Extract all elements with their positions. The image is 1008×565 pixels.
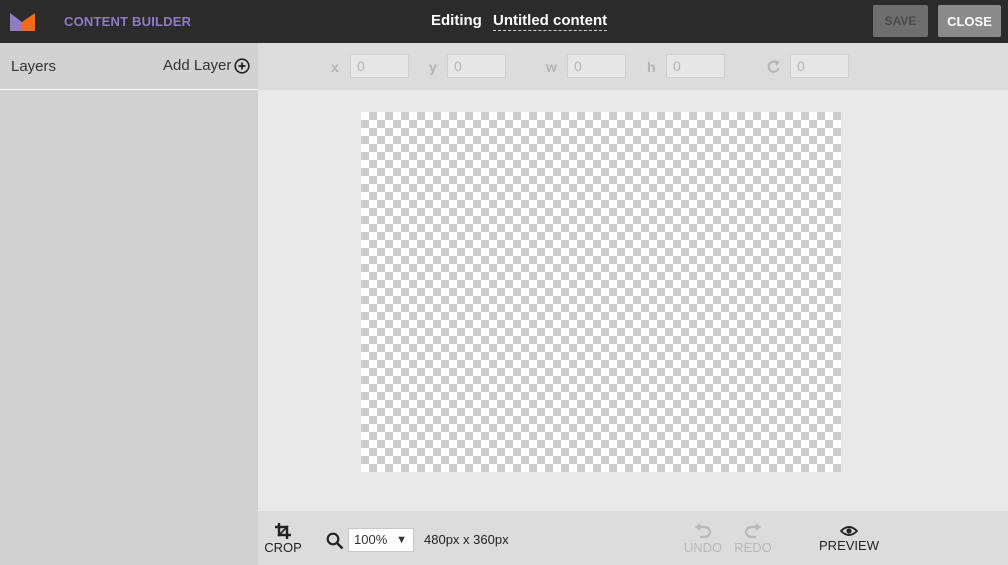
close-button[interactable]: CLOSE <box>938 5 1001 37</box>
editing-label: Editing <box>431 12 482 29</box>
zoom-value: 100% <box>354 532 388 547</box>
h-label: h <box>647 59 656 75</box>
layers-title: Layers <box>11 58 57 75</box>
crop-icon <box>275 523 291 539</box>
design-canvas[interactable] <box>361 112 841 472</box>
undo-icon <box>695 523 712 539</box>
rotation-input[interactable] <box>790 54 849 78</box>
add-layer-label: Add Layer <box>163 57 232 74</box>
zoom-select[interactable]: 100% ▼ <box>348 528 414 552</box>
app-name: CONTENT BUILDER <box>64 14 192 29</box>
crop-button[interactable]: CROP <box>264 522 302 555</box>
redo-button[interactable]: REDO <box>733 522 773 555</box>
width-input[interactable] <box>567 54 626 78</box>
w-label: w <box>546 59 557 75</box>
preview-label: PREVIEW <box>819 538 879 553</box>
undo-button[interactable]: UNDO <box>683 522 723 555</box>
redo-icon <box>744 523 761 539</box>
content-title[interactable]: Untitled content <box>493 12 608 31</box>
save-button[interactable]: SAVE <box>873 5 928 37</box>
workspace <box>258 90 1008 511</box>
top-bar: CONTENT BUILDER Editing Untitled content… <box>0 0 1008 43</box>
canvas-size: 480px x 360px <box>424 532 509 547</box>
height-input[interactable] <box>666 54 725 78</box>
eye-icon <box>840 526 858 536</box>
x-input[interactable] <box>350 54 409 78</box>
transform-toolbar: x y w h <box>258 43 1008 90</box>
y-label: y <box>429 59 437 75</box>
y-input[interactable] <box>447 54 506 78</box>
layers-header: Layers Add Layer <box>0 43 258 90</box>
redo-label: REDO <box>734 540 772 555</box>
magnifier-icon <box>326 532 344 550</box>
undo-label: UNDO <box>683 540 723 555</box>
add-layer-button[interactable]: Add Layer <box>163 57 250 74</box>
plus-circle-icon <box>234 57 250 74</box>
crop-label: CROP <box>264 540 302 555</box>
chevron-down-icon: ▼ <box>396 534 407 546</box>
layers-panel: Layers Add Layer <box>0 43 258 565</box>
preview-button[interactable]: PREVIEW <box>818 524 880 553</box>
rotate-icon <box>767 60 780 73</box>
bottom-toolbar: CROP 100% ▼ 480px x 360px UNDO REDO PREV… <box>258 511 1008 565</box>
x-label: x <box>331 59 339 75</box>
app-logo <box>10 13 35 31</box>
